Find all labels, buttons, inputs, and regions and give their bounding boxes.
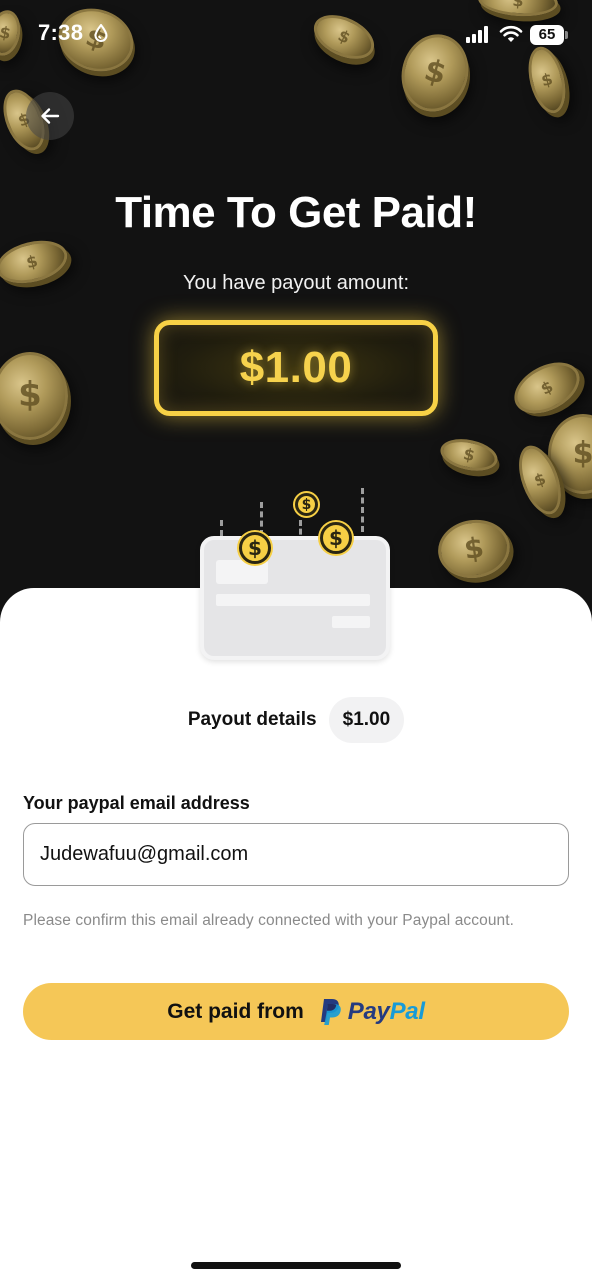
dollar-coin-icon: $ bbox=[239, 532, 271, 564]
battery-icon: 65 bbox=[530, 25, 568, 45]
coin-decoration bbox=[505, 352, 589, 424]
wifi-icon bbox=[499, 25, 523, 42]
email-hint: Please confirm this email already connec… bbox=[23, 912, 515, 929]
card-chip bbox=[216, 560, 268, 584]
dollar-coin-icon: $ bbox=[295, 493, 318, 516]
dollar-coin-icon: $ bbox=[320, 522, 352, 554]
coin-symbol: $ bbox=[248, 536, 262, 560]
coin-symbol: $ bbox=[301, 496, 312, 513]
status-time: 7:38 bbox=[38, 20, 84, 45]
signal-icon bbox=[466, 26, 488, 43]
payout-amount-box: $1.00 bbox=[154, 320, 438, 416]
button-label: Get paid from bbox=[167, 999, 304, 1023]
payout-amount: $1.00 bbox=[239, 343, 353, 392]
coin-symbol: $ bbox=[329, 526, 343, 550]
battery-level: 65 bbox=[538, 26, 556, 43]
paypal-wordmark: PayPal bbox=[348, 998, 425, 1026]
page-title: Time To Get Paid! bbox=[115, 188, 477, 237]
payout-details-row: Payout details $1.00 bbox=[0, 697, 592, 743]
card-tag bbox=[332, 616, 370, 628]
credit-card bbox=[200, 536, 390, 660]
back-button[interactable] bbox=[26, 92, 74, 140]
dash-line bbox=[260, 502, 263, 536]
dash-line bbox=[220, 520, 223, 536]
coin-decoration bbox=[437, 434, 501, 476]
payout-details-value: $1.00 bbox=[328, 697, 405, 743]
payout-subtitle: You have payout amount: bbox=[182, 272, 410, 294]
paypal-pal: Pal bbox=[389, 997, 425, 1025]
dash-line bbox=[361, 488, 364, 532]
coin-decoration bbox=[0, 352, 68, 440]
coin-decoration bbox=[434, 515, 514, 583]
card-number-line bbox=[216, 594, 370, 606]
paypal-pay: Pay bbox=[347, 997, 390, 1025]
status-bar: 7:38 65 bbox=[0, 0, 592, 70]
paypal-logo-icon bbox=[320, 998, 341, 1025]
email-field[interactable] bbox=[23, 823, 569, 886]
drop-icon bbox=[94, 24, 108, 42]
get-paid-paypal-button[interactable]: Get paid from PayPal bbox=[23, 983, 569, 1040]
paypal-brand: PayPal bbox=[318, 998, 425, 1026]
arrow-left-icon bbox=[41, 108, 60, 124]
details-sheet bbox=[0, 588, 592, 1280]
email-label: Your paypal email address bbox=[23, 793, 250, 813]
home-indicator[interactable] bbox=[191, 1262, 401, 1269]
card-illustration: $ $ $ bbox=[196, 484, 396, 664]
payout-details-label: Payout details bbox=[187, 709, 317, 730]
